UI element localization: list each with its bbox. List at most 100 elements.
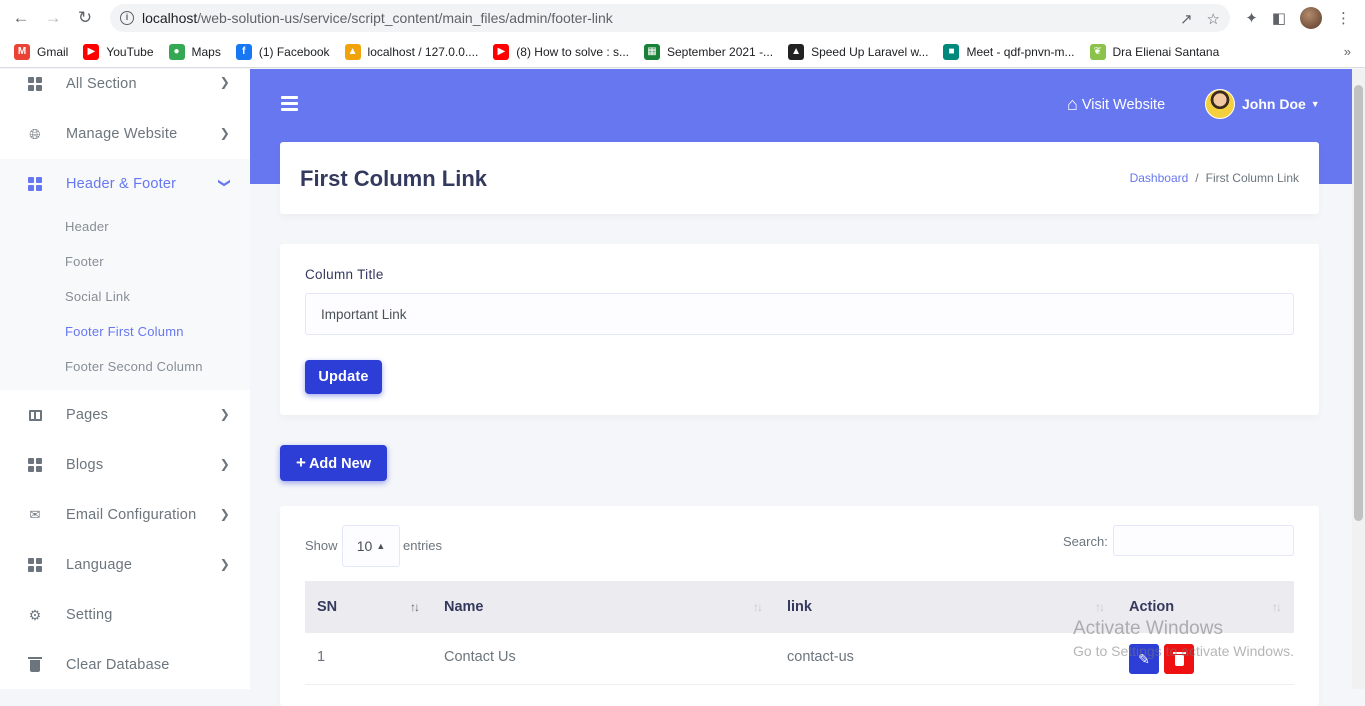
sidebar-item-label: Manage Website (66, 126, 178, 142)
sidebar-item-clear-database[interactable]: Clear Database (0, 640, 250, 690)
sidebar-item-label: Email Configuration (66, 507, 197, 523)
search-input[interactable] (1113, 525, 1294, 556)
reload-icon[interactable]: ↻ (74, 7, 96, 29)
bookmark-label: (1) Facebook (258, 44, 330, 59)
bookmark-item[interactable]: ▶ (8) How to solve : s... (493, 43, 629, 60)
column-header-name[interactable]: Name (444, 599, 484, 615)
meet-icon: ■ (943, 43, 960, 60)
update-button[interactable]: Update (305, 360, 382, 394)
bookmark-item[interactable]: ▲ Speed Up Laravel w... (788, 43, 928, 60)
bookmark-label: (8) How to solve : s... (516, 44, 629, 59)
bookmark-item[interactable]: ▦ September 2021 -... (644, 43, 774, 60)
column-header-link[interactable]: link (787, 599, 812, 615)
bookmark-label: Gmail (37, 44, 69, 59)
more-bookmarks-icon[interactable]: » (1344, 44, 1351, 59)
sidebar-subitem-footer[interactable]: Footer (0, 244, 250, 279)
sidebar-item-blogs[interactable]: Blogs ❯ (0, 440, 250, 490)
star-icon[interactable]: ☆ (1207, 10, 1220, 28)
bookmark-label: Maps (191, 44, 221, 59)
add-new-label: Add New (308, 456, 371, 472)
sidebar-item-manage-website[interactable]: 🌐︎ Manage Website ❯ (0, 109, 250, 159)
user-dropdown[interactable]: John Doe ▼ (1205, 89, 1320, 119)
sidebar-subitem-footer-second-column[interactable]: Footer Second Column (0, 349, 250, 384)
profile-avatar[interactable] (1300, 7, 1322, 29)
sidebar-item-header-footer[interactable]: Header & Footer ❯ (0, 159, 250, 209)
maps-icon: ● (168, 43, 185, 60)
breadcrumb-dashboard-link[interactable]: Dashboard (1130, 171, 1189, 185)
visit-website-link[interactable]: ⌂ Visit Website (1067, 94, 1165, 115)
address-bar[interactable]: i localhost/web-solution-us/service/scri… (110, 4, 1230, 32)
add-new-button[interactable]: + Add New (280, 445, 387, 481)
sidebar-item-email-configuration[interactable]: ✉ Email Configuration ❯ (0, 490, 250, 540)
gmail-icon: M (14, 43, 30, 60)
select-arrows-icon: ▲︎ (376, 541, 386, 551)
breadcrumb: Dashboard / First Column Link (1130, 171, 1299, 185)
table-row: 1 Contact Us contact-us ✎ (305, 633, 1294, 685)
back-arrow-icon[interactable]: ← (10, 7, 32, 29)
column-title-input[interactable] (305, 293, 1294, 335)
chevron-right-icon: ❯ (219, 557, 230, 571)
bookmark-label: September 2021 -... (667, 44, 774, 59)
sidebar-item-label: Setting (66, 607, 113, 623)
sort-icon[interactable]: ↑↓ (1272, 600, 1282, 614)
scrollbar-thumb[interactable] (1354, 85, 1363, 521)
column-title-label: Column Title (305, 267, 384, 282)
sidebar-item-label: All Section (66, 76, 137, 92)
columns-icon (28, 408, 42, 422)
sidebar-item-label: Pages (66, 407, 109, 423)
chrome-menu-icon[interactable]: ⋮ (1336, 9, 1351, 27)
hamburger-menu-icon[interactable] (281, 96, 298, 111)
side-panel-icon[interactable]: ◧ (1272, 9, 1286, 27)
sort-icon[interactable]: ↑↓ (1095, 600, 1105, 614)
chevron-down-icon: ❯ (217, 177, 232, 189)
sort-icon[interactable]: ↑↓ (753, 600, 763, 614)
sidebar-subitem-header[interactable]: Header (0, 209, 250, 244)
column-header-action[interactable]: Action (1129, 599, 1174, 615)
sidebar-submenu: Header Footer Social Link Footer First C… (0, 209, 250, 390)
bookmark-item[interactable]: ■ Meet - qdf-pnvn-m... (943, 43, 1075, 60)
forward-arrow-icon[interactable]: → (42, 7, 64, 29)
chevron-right-icon: ❯ (219, 126, 230, 140)
bookmark-item[interactable]: ▲ localhost / 127.0.0.... (344, 43, 478, 60)
grid-icon (28, 458, 42, 472)
grid-icon (28, 177, 42, 191)
entries-select[interactable]: 10 ▲︎ (342, 525, 400, 567)
sidebar-item-all-section[interactable]: All Section ❯ (0, 69, 250, 99)
bookmark-item[interactable]: ▶ YouTube (83, 43, 154, 60)
page-header-card: First Column Link Dashboard / First Column… (280, 142, 1319, 214)
sidebar-item-pages[interactable]: Pages ❯ (0, 390, 250, 440)
share-icon[interactable]: ↗ (1180, 10, 1193, 28)
bookmark-label: Dra Elienai Santana (1112, 44, 1220, 59)
url-path: /web-solution-us/service/script_content/… (197, 10, 613, 26)
bookmark-item[interactable]: M Gmail (14, 43, 69, 60)
sidebar-subitem-footer-first-column[interactable]: Footer First Column (0, 314, 250, 349)
breadcrumb-current: First Column Link (1205, 171, 1299, 185)
laravel-icon: ▲ (788, 43, 805, 60)
sort-icon[interactable]: ↑↓ (410, 600, 420, 614)
youtube-icon: ▶ (493, 43, 510, 60)
activate-windows-title: Activate Windows (1073, 618, 1223, 639)
entries-select-value: 10 (356, 538, 373, 554)
sidebar: All Section ❯ 🌐︎ Manage Website ❯ Header… (0, 69, 250, 689)
page-title: First Column Link (300, 166, 487, 191)
youtube-icon: ▶ (83, 43, 100, 60)
bookmark-item[interactable]: ● Maps (168, 43, 221, 60)
sidebar-item-language[interactable]: Language ❯ (0, 540, 250, 590)
bookmark-item[interactable]: f (1) Facebook (235, 43, 330, 60)
sidebar-item-label: Clear Database (66, 657, 170, 673)
sidebar-item-setting[interactable]: ⚙ Setting (0, 590, 250, 640)
sidebar-item-label: Language (66, 557, 133, 573)
search-label: Search: (1063, 534, 1108, 549)
bookmark-label: Meet - qdf-pnvn-m... (966, 44, 1075, 59)
sidebar-subitem-social-link[interactable]: Social Link (0, 279, 250, 314)
bookmarks-bar: M Gmail ▶ YouTube ● Maps f (1) Facebook ▲ localho… (0, 36, 1365, 68)
bookmark-label: YouTube (106, 44, 154, 59)
links-table-card: Show 10 ▲︎ entries Search: SN ↑↓ Name ↑↓ … (280, 506, 1319, 706)
bookmark-item[interactable]: ❦ Dra Elienai Santana (1089, 43, 1220, 60)
column-header-sn[interactable]: SN (317, 599, 337, 615)
url-host: localhost (142, 10, 198, 26)
extensions-icon[interactable]: ✦ (1245, 9, 1258, 27)
vertical-scrollbar[interactable] (1352, 69, 1365, 689)
cell-name: Contact Us (444, 649, 516, 665)
site-info-icon[interactable]: i (120, 11, 134, 25)
